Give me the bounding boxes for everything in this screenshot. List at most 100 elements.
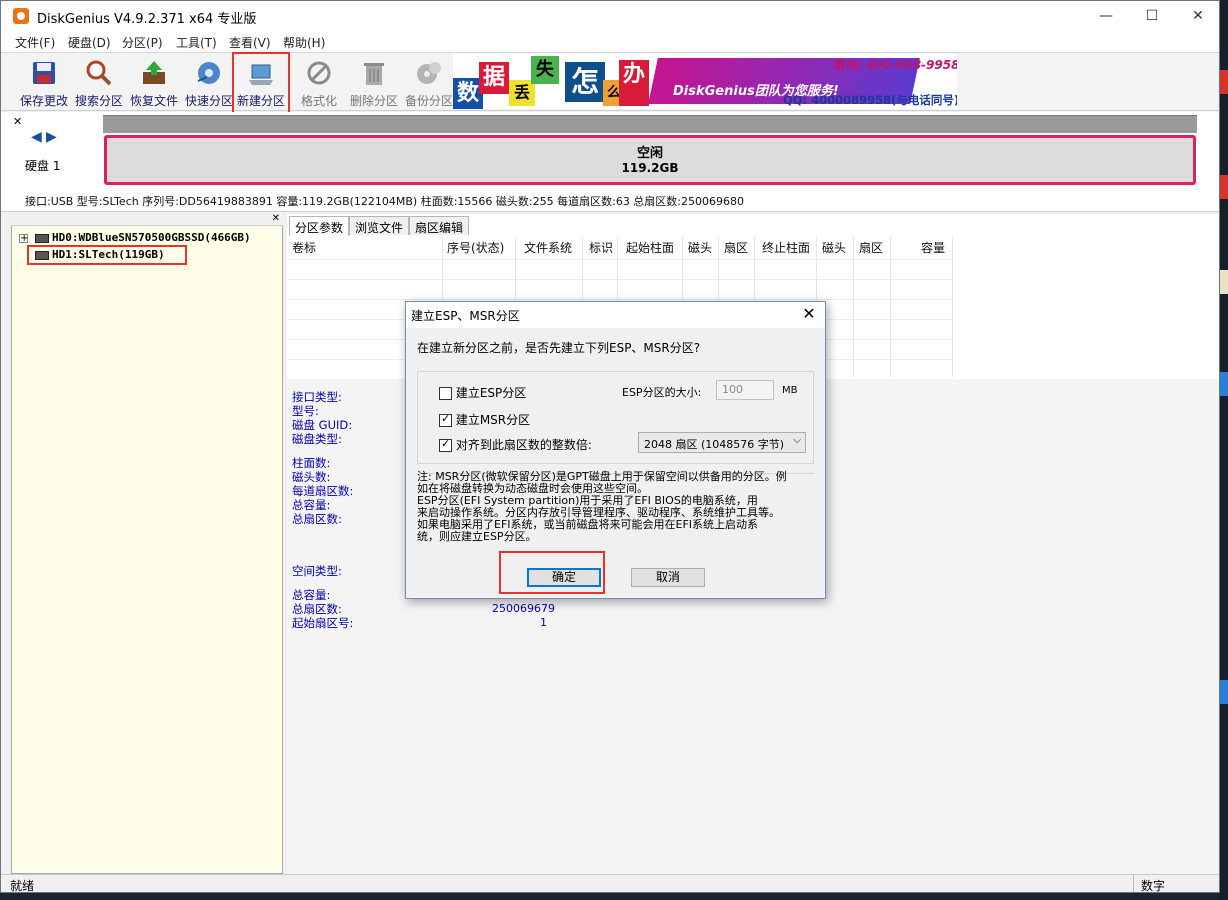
desktop-icon[interactable]: [1219, 372, 1228, 396]
msr-checkbox-row[interactable]: 建立MSR分区: [439, 411, 530, 428]
new-partition-button[interactable]: 新建分区: [232, 52, 290, 114]
label-interface-type: 接口类型:: [292, 390, 342, 404]
tree-item-hd0[interactable]: HD0:WDBlueSN570500GBSSD(466GB): [35, 231, 251, 244]
trash-icon: [364, 63, 384, 85]
tab-browse-files[interactable]: 浏览文件: [349, 216, 410, 235]
row-divider: [288, 259, 952, 260]
desktop-icon[interactable]: [1219, 270, 1228, 294]
align-checkbox-row[interactable]: 对齐到此扇区数的整数倍:: [439, 436, 592, 453]
dialog-question: 在建立新分区之前，是否先建立下列ESP、MSR分区?: [417, 341, 701, 355]
delete-partition-button[interactable]: 删除分区: [346, 55, 402, 109]
status-text: 就绪: [10, 879, 35, 893]
tree-close-icon[interactable]: ✕: [272, 213, 280, 224]
maximize-button[interactable]: ☐: [1129, 1, 1175, 31]
align-select[interactable]: 2048 扇区 (1048576 字节) ⌵: [638, 432, 806, 453]
hard-disk-icon: [35, 250, 49, 260]
ad-banner[interactable]: 数 据 丢 失 怎 么 办 DiskGenius团队为您服务! 致电: 400-…: [453, 54, 957, 109]
col-head-end[interactable]: 磁头: [822, 239, 846, 256]
esp-size-input[interactable]: 100: [716, 380, 774, 400]
banner-char: 办: [619, 60, 649, 106]
label-start-sector: 起始扇区号:: [292, 616, 354, 630]
dialog-note-line: 统，则应建立ESP分区。: [417, 530, 537, 543]
label-total-sectors-2: 总扇区数:: [292, 602, 342, 616]
menu-tools[interactable]: 工具(T): [176, 34, 217, 51]
menu-view[interactable]: 查看(V): [229, 34, 271, 51]
col-start-cylinder[interactable]: 起始柱面: [626, 239, 674, 256]
format-button[interactable]: 格式化: [291, 55, 347, 109]
esp-checkbox-label: 建立ESP分区: [455, 386, 527, 400]
title-bar[interactable]: DiskGenius V4.9.2.371 x64 专业版 — ☐ ✕: [1, 1, 1219, 31]
esp-checkbox[interactable]: [439, 387, 452, 400]
label-heads: 磁头数:: [292, 470, 331, 484]
menu-partition[interactable]: 分区(P): [122, 34, 163, 51]
label-total-capacity: 总容量:: [292, 498, 331, 512]
desktop-icon[interactable]: [1219, 70, 1228, 94]
search-partition-button[interactable]: 搜索分区: [71, 55, 127, 109]
col-volume-label[interactable]: 卷标: [292, 239, 316, 256]
save-changes-button[interactable]: 保存更改: [16, 55, 72, 109]
disk-tree-panel: [11, 214, 283, 874]
close-button[interactable]: ✕: [1175, 1, 1219, 31]
menu-help[interactable]: 帮助(H): [283, 34, 325, 51]
ok-button[interactable]: 确定: [527, 568, 601, 587]
col-end-cylinder[interactable]: 终止柱面: [762, 239, 810, 256]
format-icon: [307, 61, 331, 85]
quick-partition-button[interactable]: 快速分区: [181, 55, 237, 109]
backup-disk-icon: [417, 62, 441, 84]
panel-close-icon[interactable]: ✕: [13, 115, 22, 128]
align-select-value: 2048 扇区 (1048576 字节): [644, 438, 785, 451]
label-cylinders: 柱面数:: [292, 456, 331, 470]
msr-checkbox[interactable]: [439, 412, 452, 427]
cancel-button[interactable]: 取消: [631, 568, 705, 587]
align-checkbox[interactable]: [439, 437, 452, 452]
minimize-button[interactable]: —: [1083, 1, 1129, 31]
floppy-save-icon: [33, 62, 55, 84]
backup-partition-button[interactable]: 备份分区: [401, 55, 457, 109]
column-divider: [952, 237, 953, 377]
app-logo-icon: [13, 8, 29, 24]
col-filesystem[interactable]: 文件系统: [524, 239, 572, 256]
dialog-title-bar[interactable]: 建立ESP、MSR分区 ✕: [406, 302, 825, 328]
tree-item-hd1-label: HD1:SLTech(119GB): [52, 248, 165, 261]
msr-checkbox-label: 建立MSR分区: [455, 413, 531, 427]
disk-label: 硬盘 1: [25, 159, 61, 173]
numlock-indicator: 数字: [1141, 879, 1166, 893]
status-divider: [1133, 875, 1134, 892]
label-total-sectors: 总扇区数:: [292, 512, 342, 526]
col-id[interactable]: 标识: [589, 239, 613, 256]
col-index-status[interactable]: 序号(状态): [447, 239, 504, 256]
menu-bar: 文件(F) 硬盘(D) 分区(P) 工具(T) 查看(V) 帮助(H): [1, 31, 1219, 52]
tab-sector-edit[interactable]: 扇区编辑: [409, 216, 470, 235]
desktop-icon[interactable]: [1219, 680, 1228, 704]
value-total-sectors-2: 250069679: [492, 602, 555, 615]
menu-disk[interactable]: 硬盘(D): [68, 34, 111, 51]
col-capacity[interactable]: 容量: [921, 239, 945, 256]
esp-size-unit: MB: [782, 385, 798, 396]
free-space-label: 空闲: [636, 146, 663, 161]
disk-bar[interactable]: [103, 115, 1197, 133]
tree-header: ✕: [11, 213, 283, 226]
menu-file[interactable]: 文件(F): [15, 34, 55, 51]
column-divider: [853, 237, 854, 377]
desktop-icon[interactable]: [1219, 175, 1228, 199]
recover-files-button[interactable]: 恢复文件: [126, 55, 182, 109]
free-space-block[interactable]: 空闲 119.2GB: [104, 135, 1196, 185]
expand-icon[interactable]: +: [19, 234, 28, 244]
prev-disk-arrow-icon[interactable]: ◀: [31, 129, 42, 145]
disk-info-line: 接口:USB 型号:SLTech 序列号:DD56419883891 容量:11…: [25, 195, 745, 208]
col-head-start[interactable]: 磁头: [688, 239, 712, 256]
row-divider: [288, 299, 952, 300]
dialog-note-line: 来启动操作系统。分区内存放引导管理程序、驱动程序、系统维护工具等。: [417, 506, 780, 519]
dialog-note-line: 注: MSR分区(微软保留分区)是GPT磁盘上用于保留空间以供备用的分区。例: [417, 470, 787, 483]
next-disk-arrow-icon[interactable]: ▶: [46, 129, 57, 145]
col-sector-start[interactable]: 扇区: [724, 239, 748, 256]
dialog-close-icon[interactable]: ✕: [799, 304, 819, 324]
banner-char: 失: [531, 56, 559, 84]
tree-item-hd1[interactable]: HD1:SLTech(119GB): [35, 248, 165, 261]
banner-phone: 致电: 400-008-9958: [833, 58, 957, 72]
hard-disk-icon: [35, 233, 49, 243]
tab-partition-params[interactable]: 分区参数: [289, 216, 350, 236]
label-disk-guid: 磁盘 GUID:: [292, 418, 353, 432]
col-sector-end[interactable]: 扇区: [859, 239, 883, 256]
esp-checkbox-row[interactable]: 建立ESP分区: [439, 384, 526, 401]
